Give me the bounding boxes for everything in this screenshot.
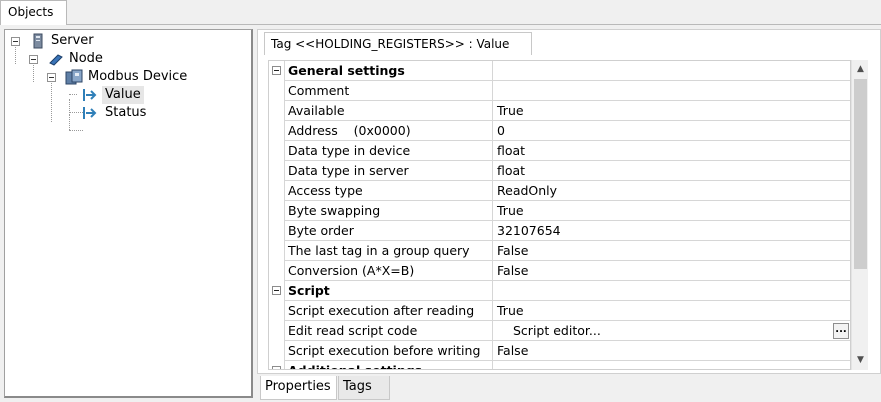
property-row[interactable]: Data type in server float <box>269 161 850 181</box>
tab-objects[interactable]: Objects <box>0 0 67 25</box>
collapse-icon[interactable] <box>272 66 281 75</box>
property-value[interactable]: 32107654 <box>495 221 850 241</box>
tag-arrow-icon <box>83 107 97 119</box>
scroll-thumb[interactable] <box>854 79 867 269</box>
property-row[interactable]: Address (0x0000) 0 <box>269 121 850 141</box>
collapse-icon[interactable] <box>29 55 38 64</box>
script-editor-text: Script editor... <box>513 323 601 338</box>
property-name: Byte order <box>287 221 493 241</box>
property-row[interactable]: Access type ReadOnly <box>269 181 850 201</box>
property-name: Comment <box>287 81 493 101</box>
tree-label-modbus-device: Modbus Device <box>88 69 188 84</box>
tree-label-status: Status <box>105 105 147 120</box>
tab-tags[interactable]: Tags <box>338 376 390 400</box>
scroll-up-icon[interactable]: ▲ <box>852 61 869 78</box>
property-name: Data type in device <box>287 141 493 161</box>
property-value[interactable]: True <box>495 301 850 321</box>
property-row[interactable]: Available True <box>269 101 850 121</box>
property-name: Conversion (A*X=B) <box>287 261 493 281</box>
tree-connector <box>51 81 52 122</box>
tree-connector <box>69 112 83 113</box>
property-name: Address (0x0000) <box>287 121 493 141</box>
property-value[interactable]: True <box>495 101 850 121</box>
property-name: Edit read script code <box>287 321 493 341</box>
collapse-icon[interactable] <box>272 286 281 295</box>
tab-tag-value[interactable]: Tag <<HOLDING_REGISTERS>> : Value <box>264 32 532 55</box>
tab-properties[interactable]: Properties <box>260 376 337 400</box>
property-grid[interactable]: General settings Comment Available True … <box>268 60 851 370</box>
property-value[interactable]: True <box>495 201 850 221</box>
scroll-down-icon[interactable]: ▼ <box>852 352 869 369</box>
vertical-scrollbar[interactable]: ▲ ▼ <box>851 60 868 370</box>
category-general-settings[interactable]: General settings <box>269 61 850 81</box>
property-name: Access type <box>287 181 493 201</box>
property-name: Script execution before writing <box>287 341 493 361</box>
property-name: The last tag in a group query <box>287 241 493 261</box>
tree-connector <box>15 45 16 64</box>
server-icon <box>33 33 43 49</box>
collapse-icon[interactable] <box>47 73 56 82</box>
tree-connector <box>69 94 77 95</box>
tree-label-node: Node <box>69 51 103 66</box>
property-value[interactable]: float <box>495 141 850 161</box>
category-label: Additional settings <box>287 361 493 369</box>
category-script[interactable]: Script <box>269 281 850 301</box>
tag-arrow-icon <box>83 89 97 101</box>
category-label: Script <box>287 281 493 301</box>
property-name: Available <box>287 101 493 121</box>
property-value[interactable]: False <box>495 241 850 261</box>
tree-connector <box>69 99 70 113</box>
property-value[interactable]: False <box>495 261 850 281</box>
property-row[interactable]: Conversion (A*X=B) False <box>269 261 850 281</box>
property-row[interactable]: Byte swapping True <box>269 201 850 221</box>
property-row[interactable]: Edit read script code Script editor... .… <box>269 321 850 341</box>
ellipsis-button[interactable]: ... <box>833 323 849 339</box>
object-tree[interactable]: Server Node Modbus Device Value Status <box>4 29 253 398</box>
category-additional-settings[interactable]: Additional settings <box>269 361 850 369</box>
tree-connector <box>33 63 34 82</box>
tab-strip-line <box>66 24 881 25</box>
property-value[interactable]: 0 <box>495 121 850 141</box>
property-value[interactable]: ReadOnly <box>495 181 850 201</box>
tree-connector <box>69 114 70 130</box>
tree-label-server: Server <box>51 33 94 48</box>
property-row[interactable]: Script execution before writing False <box>269 341 850 361</box>
property-value[interactable]: False <box>495 341 850 361</box>
property-row[interactable]: Comment <box>269 81 850 101</box>
device-icon <box>65 69 83 85</box>
category-label: General settings <box>287 61 493 81</box>
property-value[interactable]: Script editor... ... <box>495 321 850 341</box>
property-value[interactable]: float <box>495 161 850 181</box>
property-name: Script execution after reading <box>287 301 493 321</box>
collapse-icon[interactable] <box>11 37 20 46</box>
property-row[interactable]: The last tag in a group query False <box>269 241 850 261</box>
property-row[interactable]: Byte order 32107654 <box>269 221 850 241</box>
property-row[interactable]: Data type in device float <box>269 141 850 161</box>
tree-connector <box>69 130 83 131</box>
node-icon <box>49 54 63 66</box>
property-row[interactable]: Script execution after reading True <box>269 301 850 321</box>
property-name: Byte swapping <box>287 201 493 221</box>
property-name: Data type in server <box>287 161 493 181</box>
tree-label-value: Value <box>102 86 144 104</box>
property-value[interactable] <box>495 81 850 101</box>
collapse-icon[interactable] <box>272 366 281 369</box>
